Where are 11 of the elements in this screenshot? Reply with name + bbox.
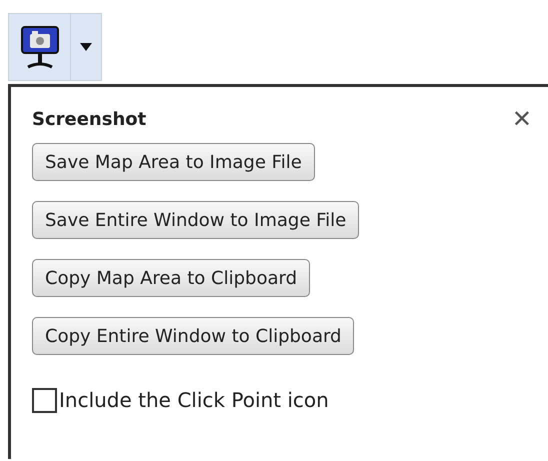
checkbox-label: Include the Click Point icon <box>59 387 329 414</box>
dropdown-caret-icon <box>80 43 92 51</box>
close-button[interactable]: ✕ <box>512 107 532 131</box>
action-button[interactable]: Save Entire Window to Image File <box>32 201 360 239</box>
checkbox[interactable] <box>32 388 57 412</box>
panel-title: Screenshot <box>32 108 146 132</box>
action-button[interactable]: Save Map Area to Image File <box>32 143 315 181</box>
action-button[interactable]: Copy Map Area to Clipboard <box>32 259 310 297</box>
action-button[interactable]: Copy Entire Window to Clipboard <box>32 317 354 355</box>
monitor-camera-icon <box>20 25 60 69</box>
screenshot-tool-button[interactable] <box>8 13 102 81</box>
